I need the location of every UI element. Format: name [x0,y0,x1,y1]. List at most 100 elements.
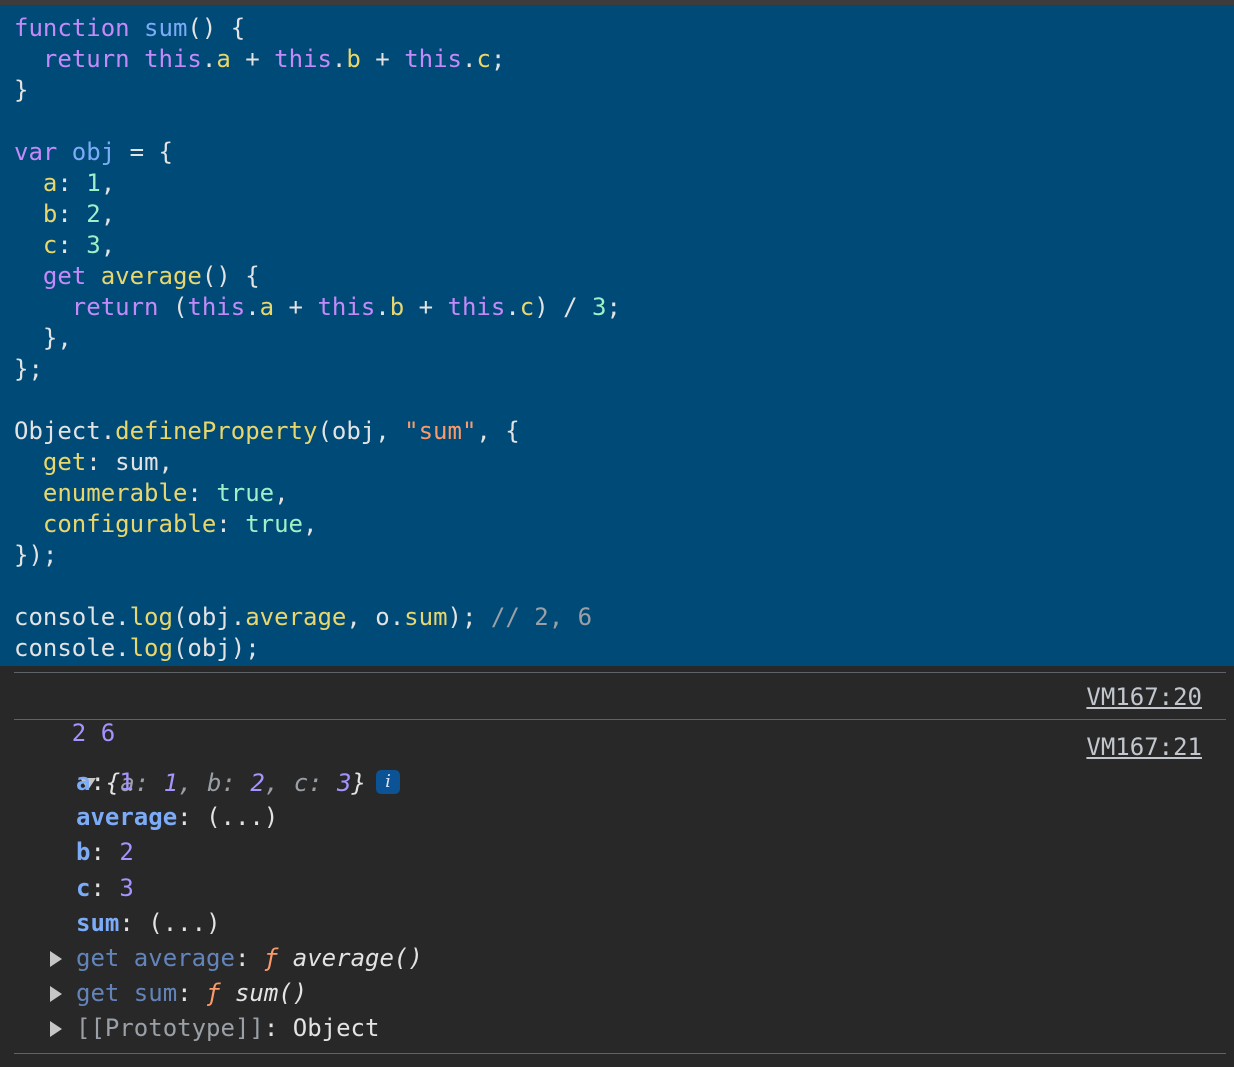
code-token: return [42,45,145,73]
prototype-row[interactable]: [[Prototype]]: Object [50,1010,1218,1046]
code-token: 3 [86,231,101,259]
expand-triangle-icon[interactable] [50,951,62,967]
code-line: Object.defineProperty(obj, "sum", { [14,416,1234,447]
code-line: console.log(obj); [14,633,1234,664]
code-line: enumerable: true, [14,478,1234,509]
code-line: b: 2, [14,199,1234,230]
code-editor[interactable]: function sum() { return this.a + this.b … [0,5,1234,666]
code-token: obj [71,138,116,166]
code-line: var obj = { [14,137,1234,168]
code-line: configurable: true, [14,509,1234,540]
console-panel: 2 6 VM167:20 {a: 1, b: 2, c: 3} i VM167:2… [0,666,1234,1067]
object-property-row[interactable]: a: 1 [76,764,1218,800]
property-value[interactable]: (...) [206,803,278,831]
object-summary-row[interactable]: {a: 1, b: 2, c: 3} i VM167:21 [14,729,1218,797]
code-token: "sum" [404,417,477,445]
code-line: console.log(obj.average, o.sum); // 2, 6 [14,602,1234,633]
object-property-row[interactable]: b: 2 [76,834,1218,870]
code-token: average [100,262,202,290]
code-token: true [245,510,303,538]
code-token: = { [115,138,173,166]
expand-triangle-icon[interactable] [50,986,62,1003]
code-token: . [331,45,347,73]
property-colon: : [234,944,264,972]
property-value[interactable]: (...) [148,909,220,937]
code-token: , [100,169,116,197]
code-token: 2 [86,200,101,228]
code-token: () { [201,262,260,290]
code-token: this [447,293,506,321]
property-key: sum [76,908,120,937]
code-token: + [230,45,275,73]
code-line: }); [14,540,1234,571]
code-token: console [14,634,116,662]
object-property-row[interactable]: c: 3 [76,870,1218,906]
code-token: }; [14,355,43,383]
code-token: + [404,293,448,321]
code-token: . [100,417,116,445]
code-token: , [100,200,116,228]
code-token: this [274,45,332,73]
object-property-row[interactable]: average: (...) [76,799,1218,835]
object-property-row[interactable]: sum: (...) [76,905,1218,941]
code-token: b [389,293,405,321]
getter-label: get average [76,944,235,972]
code-line: } [14,75,1234,106]
code-token: this [144,45,202,73]
code-token: : [187,479,217,507]
code-token: log [129,634,173,662]
code-token: c [519,293,535,321]
code-token: this [404,45,462,73]
code-token: } [14,76,29,104]
code-token: get [42,448,87,476]
code-line: a: 1, [14,168,1234,199]
code-token: ); [447,603,491,631]
property-value: 2 [119,838,134,867]
code-token: function [14,14,145,42]
source-link[interactable]: VM167:20 [1086,679,1202,715]
code-token: , [303,510,318,538]
function-icon: ƒ [206,979,221,1008]
code-token: average [245,603,347,631]
getter-row[interactable]: get average: ƒ average() [50,940,1218,976]
code-token: sum [404,603,448,631]
code-token: , o. [346,603,405,631]
console-log-entry: 2 6 VM167:20 [14,679,1218,747]
property-colon: : [90,768,120,796]
property-key: average [76,803,178,832]
code-token: (obj); [172,634,260,662]
code-token: c [42,231,58,259]
property-colon: : [177,803,207,832]
getter-row[interactable]: get sum: ƒ sum() [50,975,1218,1011]
code-token: + [360,45,405,73]
code-token: . [461,45,477,73]
property-colon: : [90,873,120,902]
getter-signature: sum() [234,979,308,1008]
code-token: 3 [592,293,607,321]
code-token: // 2, 6 [490,603,593,631]
code-token: 1 [86,169,101,197]
code-token: defineProperty [115,417,318,445]
code-line: function sum() { [14,13,1234,44]
code-token: a [259,293,275,321]
property-colon: : [119,908,149,937]
code-token: . [115,634,130,662]
code-token: ; [606,293,621,321]
property-key: b [76,838,91,867]
property-key: a [76,768,91,796]
code-token: this [187,293,246,321]
code-line: }, [14,323,1234,354]
code-token: b [42,200,58,228]
source-link[interactable]: VM167:21 [1086,729,1202,765]
code-token: , { [476,417,520,445]
code-token: configurable [42,510,217,538]
expand-triangle-icon[interactable] [50,1021,62,1038]
code-token: ) / [534,293,593,321]
